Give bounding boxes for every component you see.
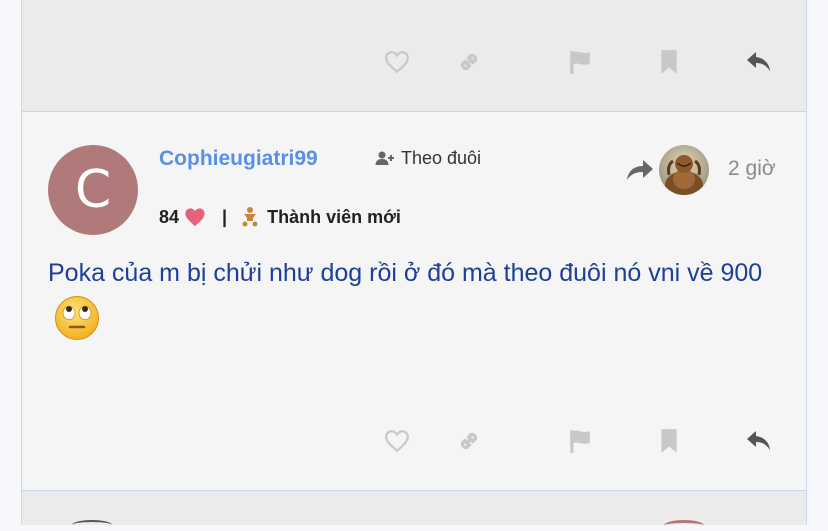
previous-post [22,0,806,112]
post-content: Poka của m bị chửi như dog rồi ở đó mà t… [48,251,788,355]
report-button[interactable] [565,47,595,77]
post-text: Poka của m bị chửi như dog rồi ở đó mà t… [48,259,763,287]
follow-label: Theo đuôi [401,147,482,168]
next-post-avatar[interactable] [72,520,112,530]
post-time[interactable]: 2 giờ [728,157,776,181]
reply-button[interactable] [744,47,774,77]
user-plus-icon [375,151,394,165]
link-icon [460,432,478,450]
baby-icon [242,207,258,227]
post-card: C Cophieugiatri99 Theo đuôi 84 | Thành v… [22,113,806,491]
next-post [22,491,806,525]
heart-icon [185,208,205,227]
stats-separator: | [222,206,228,227]
flag-icon [570,51,590,74]
face-with-rolling-eyes-emoji [54,295,100,355]
reply-icon [747,431,770,450]
author-stats: 84 | Thành viên mới [159,205,401,229]
report-button[interactable] [565,426,595,456]
copy-link-button[interactable] [454,426,484,456]
heart-icon [385,51,409,74]
like-button[interactable] [382,426,412,456]
flag-icon [570,430,590,453]
post-actions [382,426,770,456]
author-avatar[interactable]: C [48,145,138,235]
reply-icon [747,52,770,71]
buddha-statue-image [659,145,709,195]
heart-icon [385,430,409,453]
follow-button[interactable]: Theo đuôi [375,147,481,169]
next-post-quoted-avatar[interactable] [664,520,704,531]
previous-post-actions [382,47,770,77]
copy-link-button[interactable] [454,47,484,77]
bookmark-icon [661,50,677,74]
bookmark-button[interactable] [654,47,684,77]
bookmark-button[interactable] [654,426,684,456]
quoted-user-avatar[interactable] [659,145,709,195]
reaction-count: 84 [159,206,180,227]
reply-button[interactable] [744,426,774,456]
bookmark-icon [661,429,677,453]
share-icon [627,160,653,180]
post-feed: C Cophieugiatri99 Theo đuôi 84 | Thành v… [21,0,807,525]
link-icon [460,53,478,71]
like-button[interactable] [382,47,412,77]
member-rank: Thành viên mới [267,206,401,227]
share-button[interactable] [626,158,654,187]
author-username[interactable]: Cophieugiatri99 [159,147,318,171]
